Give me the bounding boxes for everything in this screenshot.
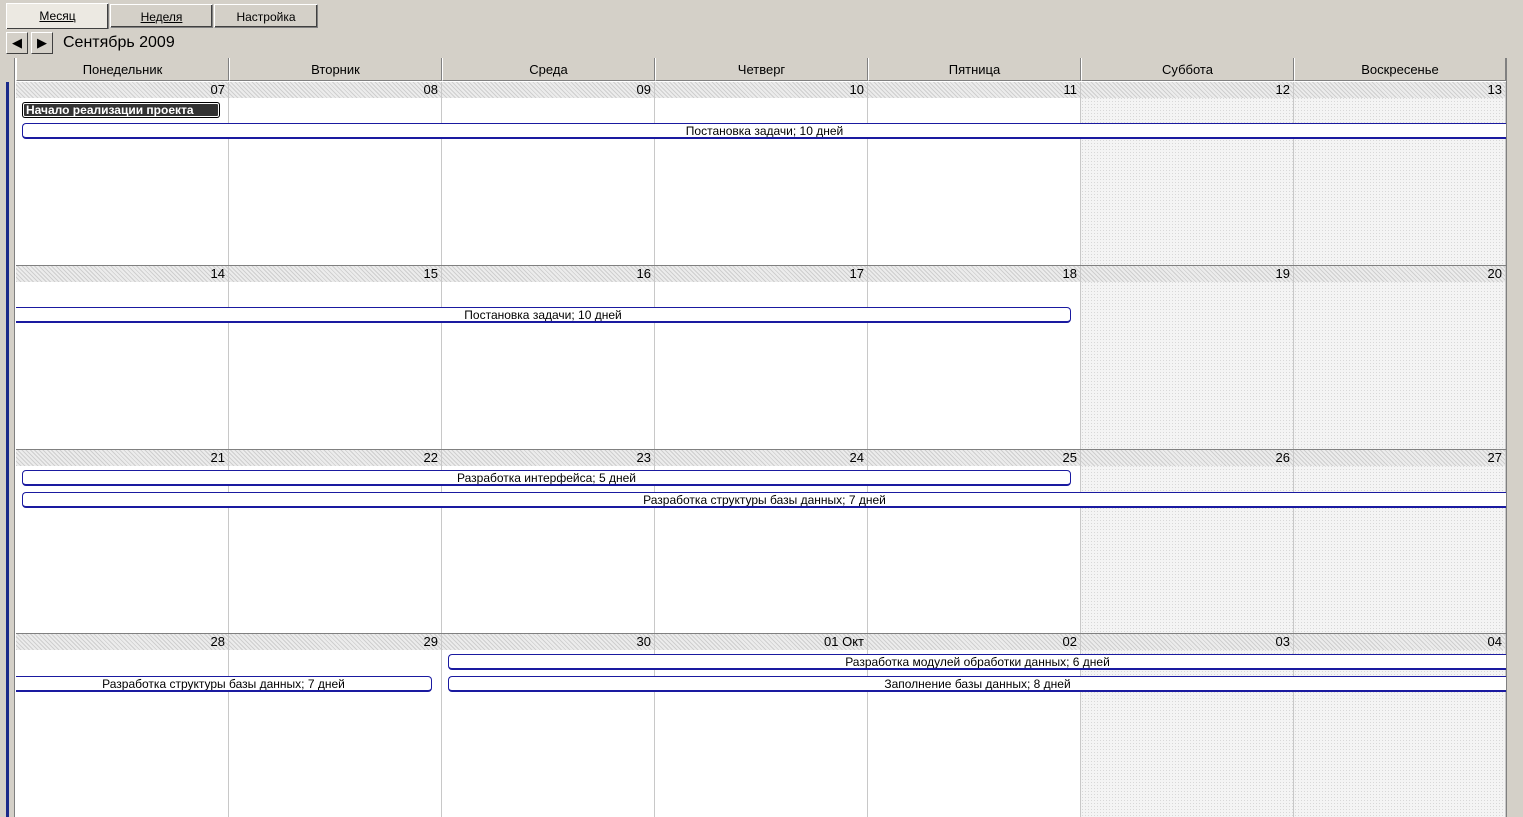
date-label: 12	[1081, 82, 1293, 98]
event-task-setup-continued[interactable]: Постановка задачи; 10 дней	[16, 307, 1071, 323]
event-modules-dev[interactable]: Разработка модулей обработки данных; 6 д…	[448, 654, 1506, 670]
date-label: 27	[1294, 450, 1505, 466]
tab-month-label: Месяц	[39, 9, 76, 23]
date-label: 03	[1081, 634, 1293, 650]
event-db-structure[interactable]: Разработка структуры базы данных; 7 дней	[22, 492, 1506, 508]
date-label: 07	[16, 82, 228, 98]
day-header-sun: Воскресенье	[1294, 58, 1506, 81]
date-label: 30	[442, 634, 654, 650]
date-label: 14	[16, 266, 228, 282]
day-cell[interactable]: 15	[229, 266, 442, 449]
tab-settings-label: Настройка	[236, 10, 296, 24]
day-cell-weekend[interactable]: 19	[1081, 266, 1294, 449]
tab-week[interactable]: Неделя	[110, 4, 213, 28]
date-label: 02	[868, 634, 1080, 650]
date-label: 25	[868, 450, 1080, 466]
tab-settings[interactable]: Настройка	[214, 4, 318, 28]
milestone-event[interactable]: Начало реализации проекта	[22, 102, 220, 118]
day-cell[interactable]: 16	[442, 266, 655, 449]
date-label: 29	[229, 634, 441, 650]
view-tabs: Месяц Неделя Настройка	[0, 0, 1523, 31]
date-label: 24	[655, 450, 867, 466]
day-cell[interactable]: 09	[442, 82, 655, 265]
event-ui-dev[interactable]: Разработка интерфейса; 5 дней	[22, 470, 1071, 486]
date-label: 04	[1294, 634, 1505, 650]
event-db-fill[interactable]: Заполнение базы данных; 8 дней	[448, 676, 1506, 692]
day-header-tue: Вторник	[229, 58, 442, 81]
day-cell-weekend[interactable]: 26	[1081, 450, 1294, 633]
left-gutter	[6, 58, 15, 817]
day-cell[interactable]: 10	[655, 82, 868, 265]
day-cell[interactable]: 11	[868, 82, 1081, 265]
day-cell-weekend[interactable]: 12	[1081, 82, 1294, 265]
date-label: 19	[1081, 266, 1293, 282]
day-header-thu: Четверг	[655, 58, 868, 81]
prev-month-button[interactable]: ◀	[6, 32, 28, 54]
day-cell[interactable]: 18	[868, 266, 1081, 449]
vertical-scrollbar[interactable]	[1506, 58, 1523, 817]
date-label: 22	[229, 450, 441, 466]
date-label: 10	[655, 82, 867, 98]
date-label: 23	[442, 450, 654, 466]
event-db-structure-continued[interactable]: Разработка структуры базы данных; 7 дней	[16, 676, 432, 692]
day-header-sat: Суббота	[1081, 58, 1294, 81]
day-header-fri: Пятница	[868, 58, 1081, 81]
day-cell[interactable]: 29	[229, 634, 442, 817]
date-label: 28	[16, 634, 228, 650]
triangle-right-icon: ▶	[37, 35, 47, 50]
day-cell[interactable]: 14	[16, 266, 229, 449]
day-cell-weekend[interactable]: 13	[1294, 82, 1506, 265]
tab-month[interactable]: Месяц	[6, 3, 109, 29]
date-label: 09	[442, 82, 654, 98]
tab-week-label: Неделя	[140, 10, 183, 24]
date-label: 21	[16, 450, 228, 466]
date-label: 17	[655, 266, 867, 282]
date-label: 13	[1294, 82, 1505, 98]
triangle-left-icon: ◀	[12, 35, 22, 50]
date-label: 11	[868, 82, 1080, 98]
day-header-wed: Среда	[442, 58, 655, 81]
day-header-mon: Понедельник	[16, 58, 229, 81]
date-label: 26	[1081, 450, 1293, 466]
date-label: 01 Окт	[655, 634, 867, 650]
month-navigation: ◀ ▶ Сентябрь 2009	[0, 31, 1523, 55]
month-title: Сентябрь 2009	[63, 34, 175, 51]
date-label: 16	[442, 266, 654, 282]
day-cell[interactable]: 08	[229, 82, 442, 265]
month-calendar: Понедельник Вторник Среда Четверг Пятниц…	[6, 58, 1523, 817]
event-task-setup[interactable]: Постановка задачи; 10 дней	[22, 123, 1506, 139]
next-month-button[interactable]: ▶	[31, 32, 53, 54]
date-label: 15	[229, 266, 441, 282]
day-cell-weekend[interactable]: 20	[1294, 266, 1506, 449]
day-cell[interactable]: 28	[16, 634, 229, 817]
day-cell-weekend[interactable]: 27	[1294, 450, 1506, 633]
date-label: 18	[868, 266, 1080, 282]
date-label: 20	[1294, 266, 1505, 282]
day-cell[interactable]: 17	[655, 266, 868, 449]
date-label: 08	[229, 82, 441, 98]
